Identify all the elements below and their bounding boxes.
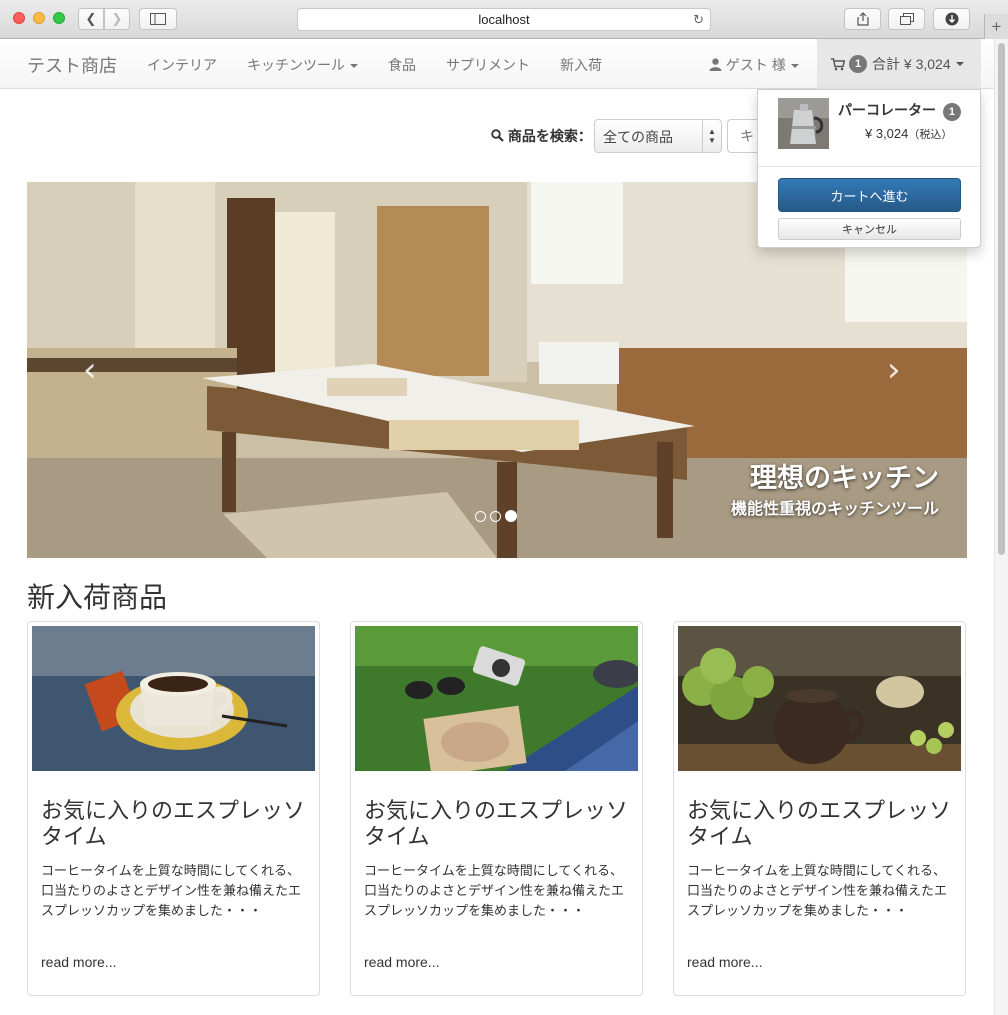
product-card-title: お気に入りのエスプレッソタイム <box>687 798 952 849</box>
cart-item-tax-note: （税込） <box>908 129 953 141</box>
download-icon <box>945 12 958 26</box>
page-scrollbar[interactable] <box>994 39 1008 1015</box>
tab-overview-button[interactable] <box>888 8 925 30</box>
product-card-image[interactable] <box>678 626 961 771</box>
chevron-left-icon: ❮ <box>85 11 97 26</box>
cart-item-price-value: ¥ 3,024 <box>865 126 909 141</box>
product-card-description: コーヒータイムを上質な時間にしてくれる、口当たりのよさとデザイン性を兼ね備えたエ… <box>41 863 302 918</box>
carousel-indicator-active[interactable] <box>505 510 517 522</box>
caret-down-icon <box>790 64 799 69</box>
nav-item-new-arrivals[interactable]: 新入荷 <box>560 55 602 75</box>
share-icon <box>856 12 869 26</box>
select-arrows-icon: ▲ ▼ <box>702 120 721 152</box>
picnic-grass-photo <box>355 626 638 771</box>
product-card-title: お気に入りのエスプレッソタイム <box>41 798 306 849</box>
tabs-icon <box>899 13 914 25</box>
sidebar-toggle-button[interactable] <box>139 8 177 30</box>
broccoli-jug-photo <box>678 626 961 771</box>
shopping-cart-icon <box>831 57 845 70</box>
nav-item-supplements[interactable]: サプリメント <box>446 55 530 75</box>
browser-toolbar: ❮ ❯ localhost ↻ + <box>0 0 1008 39</box>
carousel-caption-subtitle: 機能性重視のキッチンツール <box>730 501 939 518</box>
nav-item-label: キッチンツール <box>247 57 345 73</box>
nav-item-food[interactable]: 食品 <box>388 55 416 75</box>
product-card-description: コーヒータイムを上質な時間にしてくれる、口当たりのよさとデザイン性を兼ね備えたエ… <box>364 863 625 918</box>
caret-down-icon <box>955 62 964 66</box>
carousel-indicator[interactable] <box>475 510 486 522</box>
carousel-caption-title: 理想のキッチン <box>750 463 939 493</box>
user-label: ゲスト 様 <box>725 57 786 73</box>
downloads-button[interactable] <box>933 8 970 30</box>
product-card-title: お気に入りのエスプレッソタイム <box>364 798 629 849</box>
site-navbar: テスト商店 インテリア キッチンツール 食品 サプリメント 新入荷 ゲスト 様 … <box>0 39 994 89</box>
nav-item-interior[interactable]: インテリア <box>147 55 217 75</box>
address-bar[interactable]: localhost ↻ <box>297 8 711 31</box>
reload-icon[interactable]: ↻ <box>693 12 704 28</box>
carousel-indicators <box>475 510 517 522</box>
user-icon <box>709 58 722 71</box>
search-label: 商品を検索： <box>491 126 592 146</box>
category-select[interactable]: 全ての商品 ▲ ▼ <box>594 119 722 153</box>
user-menu[interactable]: ゲスト 様 <box>709 55 799 75</box>
category-selected-value: 全ての商品 <box>603 129 673 145</box>
search-icon <box>491 129 504 142</box>
read-more-link[interactable]: read more... <box>687 954 762 970</box>
percolator-photo <box>778 98 829 149</box>
product-card-description: コーヒータイムを上質な時間にしてくれる、口当たりのよさとデザイン性を兼ね備えたエ… <box>687 863 948 918</box>
carousel-next-button[interactable]: › <box>887 350 901 390</box>
cart-total: 合計 ¥ 3,024 <box>872 56 951 72</box>
cart-item-name-text: パーコレーター <box>838 102 936 118</box>
read-more-link[interactable]: read more... <box>41 954 116 970</box>
zoom-window-button[interactable] <box>53 12 65 24</box>
product-card: お気に入りのエスプレッソタイム コーヒータイムを上質な時間にしてくれる、口当たり… <box>27 621 320 996</box>
new-arrivals-heading: 新入荷商品 <box>27 582 168 613</box>
cart-dropdown: パーコレーター 1 ¥ 3,024（税込） カートへ進む キャンセル <box>757 89 981 248</box>
cart-item-price: ¥ 3,024（税込） <box>865 126 952 142</box>
nav-item-kitchen-tools[interactable]: キッチンツール <box>247 55 358 75</box>
product-card-image[interactable] <box>32 626 315 771</box>
product-card-image[interactable] <box>355 626 638 771</box>
espresso-cup-photo <box>32 626 315 771</box>
brand-link[interactable]: テスト商店 <box>27 52 117 78</box>
scrollbar-thumb[interactable] <box>998 43 1005 555</box>
url-text: localhost <box>478 12 530 27</box>
cart-count-badge: 1 <box>849 55 867 73</box>
back-button[interactable]: ❮ <box>78 8 104 30</box>
read-more-link[interactable]: read more... <box>364 954 439 970</box>
product-card: お気に入りのエスプレッソタイム コーヒータイムを上質な時間にしてくれる、口当たり… <box>673 621 966 996</box>
sidebar-icon <box>150 13 166 25</box>
new-tab-button[interactable]: + <box>984 14 1008 39</box>
carousel-indicator[interactable] <box>490 510 501 522</box>
forward-button[interactable]: ❯ <box>104 8 130 30</box>
cart-item-thumbnail[interactable] <box>778 98 829 149</box>
cart-item-name[interactable]: パーコレーター 1 <box>838 100 961 121</box>
cart-item-qty-badge: 1 <box>942 103 961 121</box>
chevron-right-icon: ❯ <box>111 11 123 26</box>
proceed-to-cart-button[interactable]: カートへ進む <box>778 178 961 212</box>
cart-menu[interactable]: 1 合計 ¥ 3,024 <box>817 39 981 89</box>
cancel-button[interactable]: キャンセル <box>778 218 961 240</box>
search-label-text: 商品を検索： <box>507 128 592 144</box>
share-button[interactable] <box>844 8 881 30</box>
product-card: お気に入りのエスプレッソタイム コーヒータイムを上質な時間にしてくれる、口当たり… <box>350 621 643 996</box>
dropdown-divider <box>758 166 980 167</box>
close-window-button[interactable] <box>13 12 25 24</box>
carousel-prev-button[interactable]: ‹ <box>83 350 97 390</box>
plus-icon: + <box>991 16 1002 36</box>
minimize-window-button[interactable] <box>33 12 45 24</box>
caret-down-icon <box>350 64 358 69</box>
